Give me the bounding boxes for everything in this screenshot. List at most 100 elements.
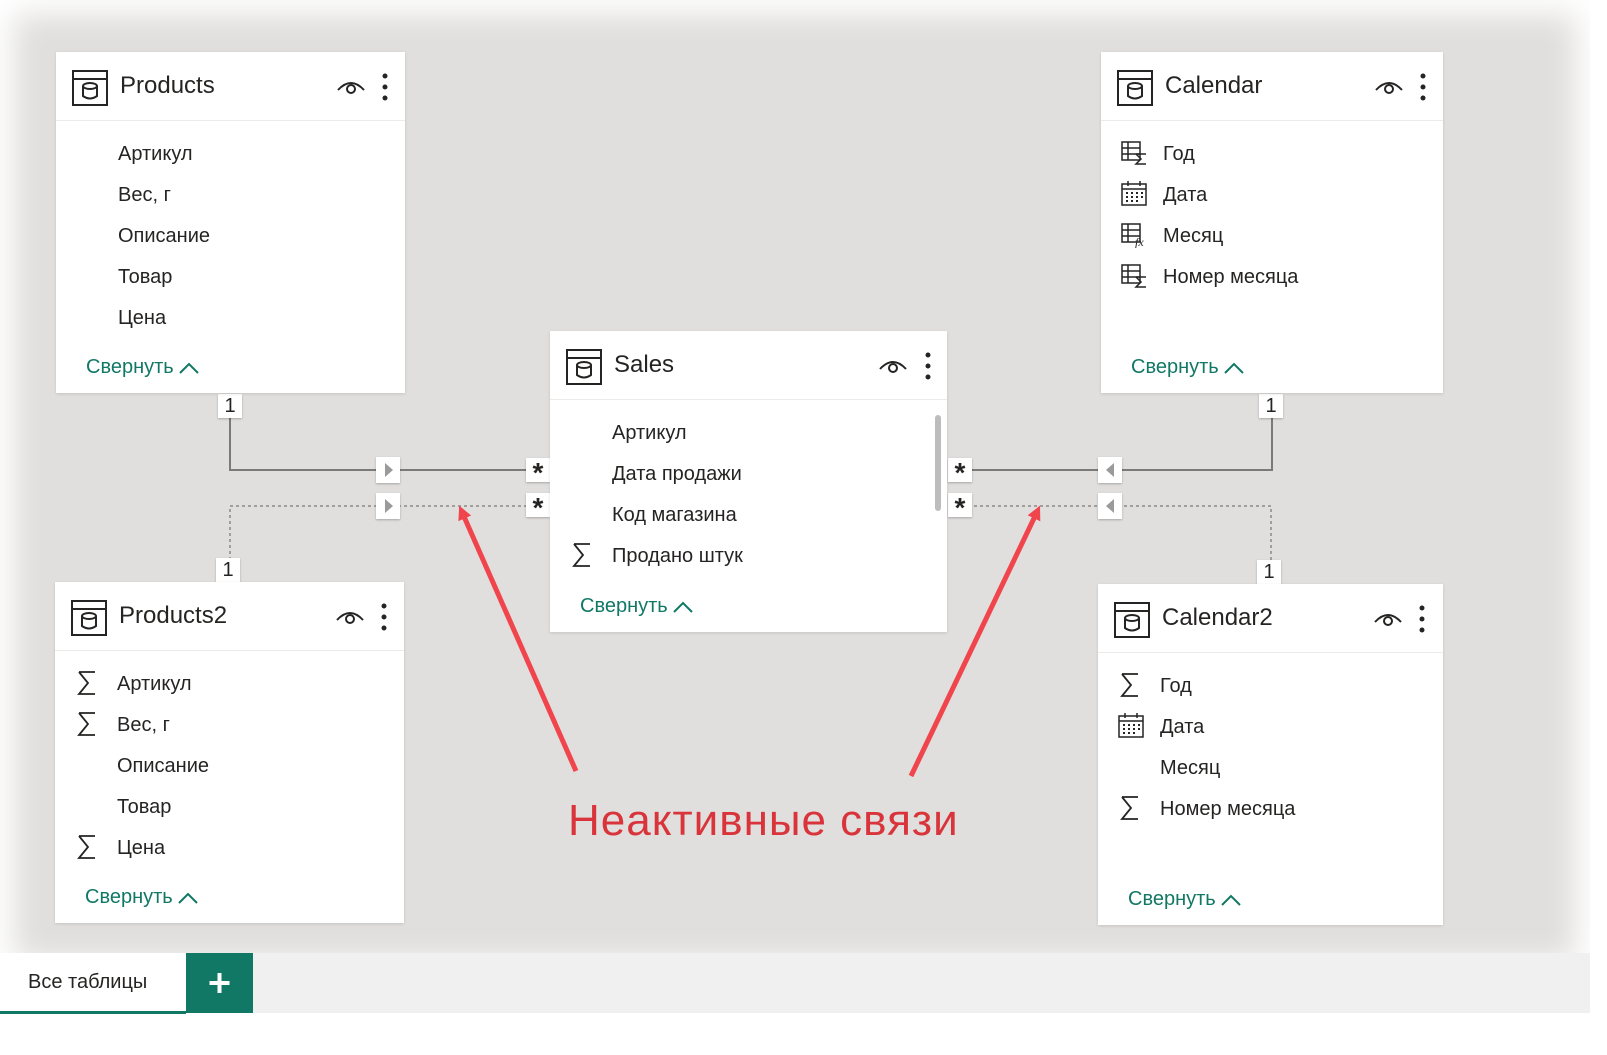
add-layout-button[interactable] [186,953,253,1013]
field-row[interactable]: Номер месяца [1098,789,1443,830]
field-row[interactable]: fx Месяц [1101,216,1443,257]
field-label: Месяц [1163,225,1224,247]
table-card-calendar[interactable]: Calendar Год Дата fx Месяц Номер месяца … [1101,52,1443,393]
more-options-icon[interactable] [1418,72,1428,102]
eye-icon[interactable] [336,76,366,96]
field-list: Артикул Дата продажи Код магазина Продан… [550,413,947,577]
card-title: Sales [614,351,675,378]
table-icon [1114,602,1150,638]
field-list: Артикул Вес, г Описание Товар Цена [56,134,405,339]
more-options-icon[interactable] [1417,604,1427,634]
field-row[interactable]: Код магазина [550,495,947,536]
collapse-button[interactable]: Свернуть [580,595,694,618]
field-label: Год [1163,143,1195,165]
field-list: Год Дата fx Месяц Номер месяца [1101,134,1443,298]
sigma-icon [77,671,95,695]
table-card-products2[interactable]: Products2 Артикул Вес, г Описание Товар … [55,582,404,923]
crossfilter-arrow-products2[interactable] [376,493,400,519]
field-row[interactable]: Вес, г [56,175,405,216]
collapse-button[interactable]: Свернуть [86,356,200,379]
card-header[interactable]: Products2 [55,582,404,651]
chevron-up-icon [1221,894,1241,906]
field-label: Описание [118,225,211,247]
eye-icon[interactable] [878,355,908,375]
cardinality-many-sales-right-inactive: * [948,493,972,523]
eye-icon[interactable] [1373,608,1403,628]
crossfilter-arrow-calendar2[interactable] [1098,493,1122,519]
field-label: Цена [117,837,166,859]
layout-tab-bar: Все таблицы [0,953,1590,1014]
field-row[interactable]: Товар [55,787,404,828]
field-label: Описание [117,755,210,777]
svg-text:fx: fx [1135,235,1144,248]
tab-label: Все таблицы [28,971,148,993]
field-row[interactable]: Артикул [56,134,405,175]
field-row[interactable]: Описание [56,216,405,257]
calendar-icon [1121,181,1147,206]
cardinality-one-products: 1 [218,394,242,418]
collapse-button[interactable]: Свернуть [1131,356,1245,379]
field-label: Номер месяца [1163,266,1299,288]
field-row[interactable]: Товар [56,257,405,298]
card-header[interactable]: Calendar2 [1098,584,1443,653]
card-title: Calendar [1165,72,1263,99]
field-row[interactable]: Артикул [550,413,947,454]
crossfilter-arrow-products[interactable] [376,457,400,483]
field-row[interactable]: Год [1098,666,1443,707]
field-label: Год [1160,675,1192,697]
field-list: Год Дата Месяц Номер месяца [1098,666,1443,830]
card-header[interactable]: Calendar [1101,52,1443,121]
field-list: Артикул Вес, г Описание Товар Цена [55,664,404,869]
field-row[interactable]: Дата [1098,707,1443,748]
field-row[interactable]: Номер месяца [1101,257,1443,298]
plus-icon [209,973,230,993]
field-label: Код магазина [612,504,737,526]
field-row[interactable]: Дата продажи [550,454,947,495]
collapse-button[interactable]: Свернуть [85,886,199,909]
cardinality-one-products2: 1 [216,558,240,582]
chevron-up-icon [673,601,693,613]
eye-icon[interactable] [1374,76,1404,96]
field-label: Артикул [118,143,193,165]
chevron-up-icon [1224,362,1244,374]
field-label: Товар [117,796,172,818]
sigma-icon [572,543,590,567]
calendar-icon [1118,713,1144,738]
collapse-button[interactable]: Свернуть [1128,888,1242,911]
table-card-products[interactable]: Products Артикул Вес, г Описание Товар Ц… [56,52,405,393]
field-row[interactable]: Продано штук [550,536,947,577]
cardinality-one-calendar: 1 [1259,394,1283,418]
field-label: Артикул [612,422,687,444]
field-row[interactable]: Месяц [1098,748,1443,789]
card-header[interactable]: Sales [550,331,947,400]
field-label: Вес, г [118,184,171,206]
table-icon [71,600,107,636]
field-label: Артикул [117,673,192,695]
table-icon [566,349,602,385]
field-row[interactable]: Цена [55,828,404,869]
more-options-icon[interactable] [379,602,389,632]
more-options-icon[interactable] [923,351,933,381]
field-row[interactable]: Год [1101,134,1443,175]
field-row[interactable]: Артикул [55,664,404,705]
field-label: Дата [1160,716,1205,738]
card-header[interactable]: Products [56,52,405,121]
field-label: Дата [1163,184,1208,206]
sigma-icon [77,712,95,736]
calculated-column-sigma-icon [1121,141,1146,165]
field-row[interactable]: Описание [55,746,404,787]
table-card-sales[interactable]: Sales Артикул Дата продажи Код магазина … [550,331,947,632]
table-card-calendar2[interactable]: Calendar2 Год Дата Месяц Номер месяца Св… [1098,584,1443,925]
tab-all-tables[interactable]: Все таблицы [0,953,186,1014]
more-options-icon[interactable] [380,72,390,102]
field-row[interactable]: Дата [1101,175,1443,216]
cardinality-many-sales-right-active: * [948,458,972,488]
crossfilter-arrow-calendar[interactable] [1098,457,1122,483]
chevron-up-icon [178,892,198,904]
eye-icon[interactable] [335,606,365,626]
field-row[interactable]: Вес, г [55,705,404,746]
sigma-icon [77,835,95,859]
card-title: Calendar2 [1162,604,1273,631]
field-row[interactable]: Цена [56,298,405,339]
field-label: Продано штук [612,545,743,567]
